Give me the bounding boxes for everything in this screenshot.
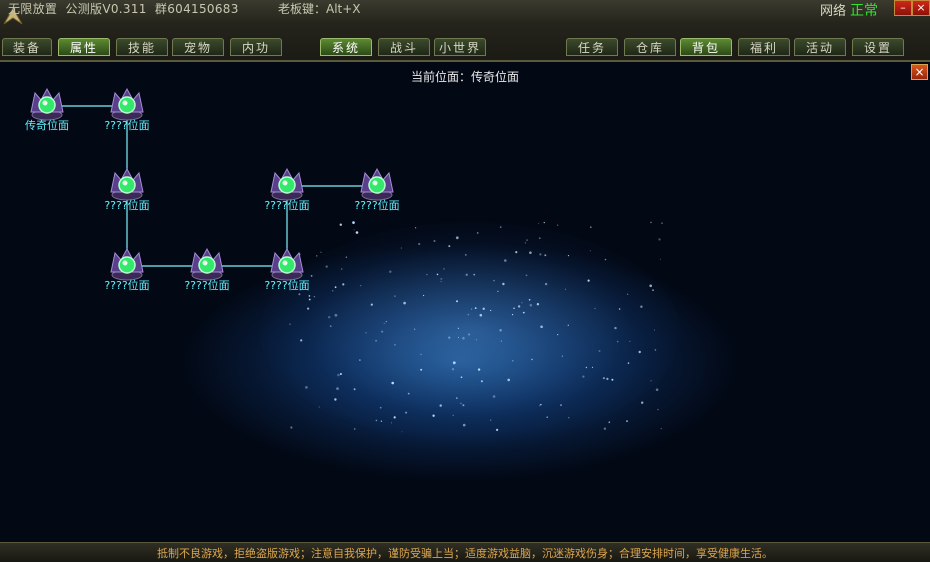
tab-left-1[interactable]: 装备 [2, 38, 52, 56]
health-notice: 抵制不良游戏，拒绝盗版游戏；注意自我保护，谨防受骗上当；适度游戏益脑，沉迷游戏伤… [157, 547, 773, 560]
window-title: 无限放置 公测版V0.311 群604150683 [8, 2, 239, 16]
plane-node-n1[interactable] [30, 87, 64, 121]
plane-node-n8[interactable] [360, 167, 394, 201]
tab-right-4[interactable]: 福利 [738, 38, 790, 56]
tab-left-3[interactable]: 技能 [116, 38, 168, 56]
plane-node-n5[interactable] [190, 247, 224, 281]
plane-node-label: ????位面 [184, 278, 229, 292]
window-close-button[interactable]: × [912, 0, 930, 16]
plane-node-label: ????位面 [354, 198, 399, 212]
plane-node-label: ????位面 [264, 278, 309, 292]
tab-mid-3[interactable]: 小世界 [434, 38, 486, 56]
network-label: 网络 [820, 4, 847, 19]
bottom-bar: 抵制不良游戏，拒绝盗版游戏；注意自我保护，谨防受骗上当；适度游戏益脑，沉迷游戏伤… [0, 542, 930, 562]
plane-node-label: 传奇位面 [25, 118, 69, 132]
plane-node-n2[interactable] [110, 87, 144, 121]
boss-key-hint: 老板键：Alt+X [278, 2, 361, 16]
tab-right-5[interactable]: 活动 [794, 38, 846, 56]
tab-right-1[interactable]: 任务 [566, 38, 618, 56]
tab-right-2[interactable]: 仓库 [624, 38, 676, 56]
plane-node-n6[interactable] [270, 247, 304, 281]
network-status: 正常 [850, 3, 878, 19]
tab-right-6[interactable]: 设置 [852, 38, 904, 56]
tab-left-4[interactable]: 宠物 [172, 38, 224, 56]
plane-node-n7[interactable] [270, 167, 304, 201]
plane-map: 传奇位面 ????位面 ????位面 ????位面 ????位面 ????位面 ????位面… [25, 87, 663, 433]
tab-mid-2[interactable]: 战斗 [378, 38, 430, 56]
plane-map-panel: 当前位面：传奇位面 × 传奇位面 ????位面 ????位面 ????位面 ????位面… [0, 62, 930, 542]
plane-node-label: ????位面 [264, 198, 309, 212]
plane-node-label: ????位面 [104, 198, 149, 212]
tab-right-3[interactable]: 背包 [680, 38, 732, 56]
tab-mid-1[interactable]: 系统 [320, 38, 372, 56]
minimize-button[interactable]: – [894, 0, 912, 16]
plane-node-n4[interactable] [110, 247, 144, 281]
plane-node-n3[interactable] [110, 167, 144, 201]
plane-node-label: ????位面 [104, 278, 149, 292]
tab-left-5[interactable]: 内功 [230, 38, 282, 56]
tab-left-2[interactable]: 属性 [58, 38, 110, 56]
top-bar: 无限放置 公测版V0.311 群604150683 老板键：Alt+X 网络 正… [0, 0, 930, 62]
plane-node-label: ????位面 [104, 118, 149, 132]
star-field [289, 221, 663, 433]
